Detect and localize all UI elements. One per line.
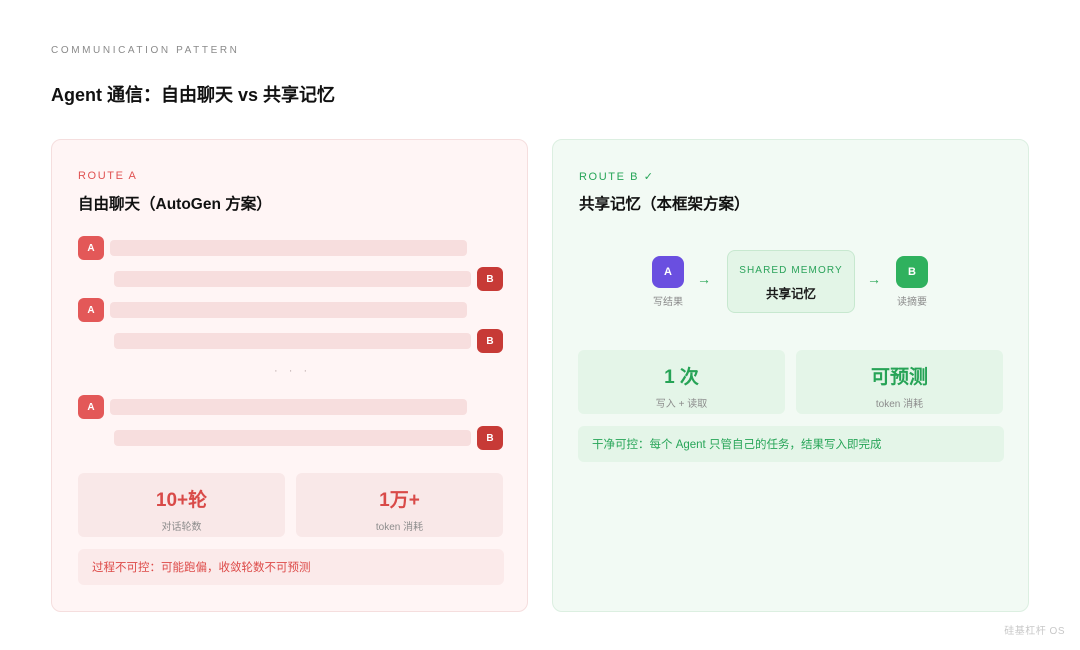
shared-memory-box: SHARED MEMORY 共享记忆 — [727, 250, 855, 313]
memory-name: 共享记忆 — [765, 287, 816, 301]
stat-value: 1万+ — [379, 490, 420, 511]
agent-a-caption: 写结果 — [653, 297, 683, 308]
agent-a-badge: A — [78, 236, 104, 260]
agent-a-badge: A — [78, 395, 104, 419]
stat-card: 可预测 token 消耗 — [796, 350, 1003, 414]
agent-b-badge: B — [477, 329, 503, 353]
arrow-right-icon: → — [697, 271, 711, 287]
agent-b-caption: 读摘要 — [897, 297, 927, 308]
agent-a-badge: A — [78, 298, 104, 322]
route-a-title: 自由聊天（AutoGen 方案） — [78, 196, 272, 213]
message-bubble — [110, 399, 467, 415]
ellipsis-indicator: · · · — [274, 365, 312, 377]
watermark: 硅基杠杆 OS — [1004, 626, 1065, 637]
stat-card: 1万+ token 消耗 — [296, 473, 503, 537]
section-eyebrow: COMMUNICATION PATTERN — [51, 45, 240, 56]
agent-b-node: B — [896, 256, 928, 288]
stat-label: token 消耗 — [375, 522, 424, 533]
page-title: Agent 通信：自由聊天 vs 共享记忆 — [51, 85, 336, 105]
stat-label: 写入 + 读取 — [655, 399, 708, 410]
agent-b-badge: B — [477, 426, 503, 450]
agent-a-node: A — [652, 256, 684, 288]
stat-card: 10+轮 对话轮数 — [78, 473, 285, 537]
message-bubble — [114, 430, 471, 446]
stat-label: 对话轮数 — [161, 522, 202, 533]
memory-label: SHARED MEMORY — [739, 265, 843, 276]
route-a-card: ROUTE A 自由聊天（AutoGen 方案） A B A B · · · A… — [51, 139, 528, 612]
stat-card: 1 次 写入 + 读取 — [578, 350, 785, 414]
stat-value: 可预测 — [870, 367, 928, 388]
stat-value: 10+轮 — [155, 490, 208, 511]
message-bubble — [114, 333, 471, 349]
agent-b-badge: B — [477, 267, 503, 291]
stat-label: token 消耗 — [875, 399, 924, 410]
route-b-label: ROUTE B ✓ — [579, 171, 655, 183]
route-b-card: ROUTE B ✓ 共享记忆（本框架方案） A 写结果 → SHARED MEM… — [552, 139, 1029, 612]
arrow-right-icon: → — [867, 271, 881, 287]
stat-value: 1 次 — [664, 367, 699, 388]
route-b-note: 干净可控：每个 Agent 只管自己的任务，结果写入即完成 — [578, 426, 1004, 462]
message-bubble — [110, 302, 467, 318]
route-a-label: ROUTE A — [78, 170, 138, 182]
route-a-note: 过程不可控：可能跑偏，收敛轮数不可预测 — [78, 549, 504, 585]
message-bubble — [114, 271, 471, 287]
route-b-title: 共享记忆（本框架方案） — [579, 196, 750, 213]
message-bubble — [110, 240, 467, 256]
